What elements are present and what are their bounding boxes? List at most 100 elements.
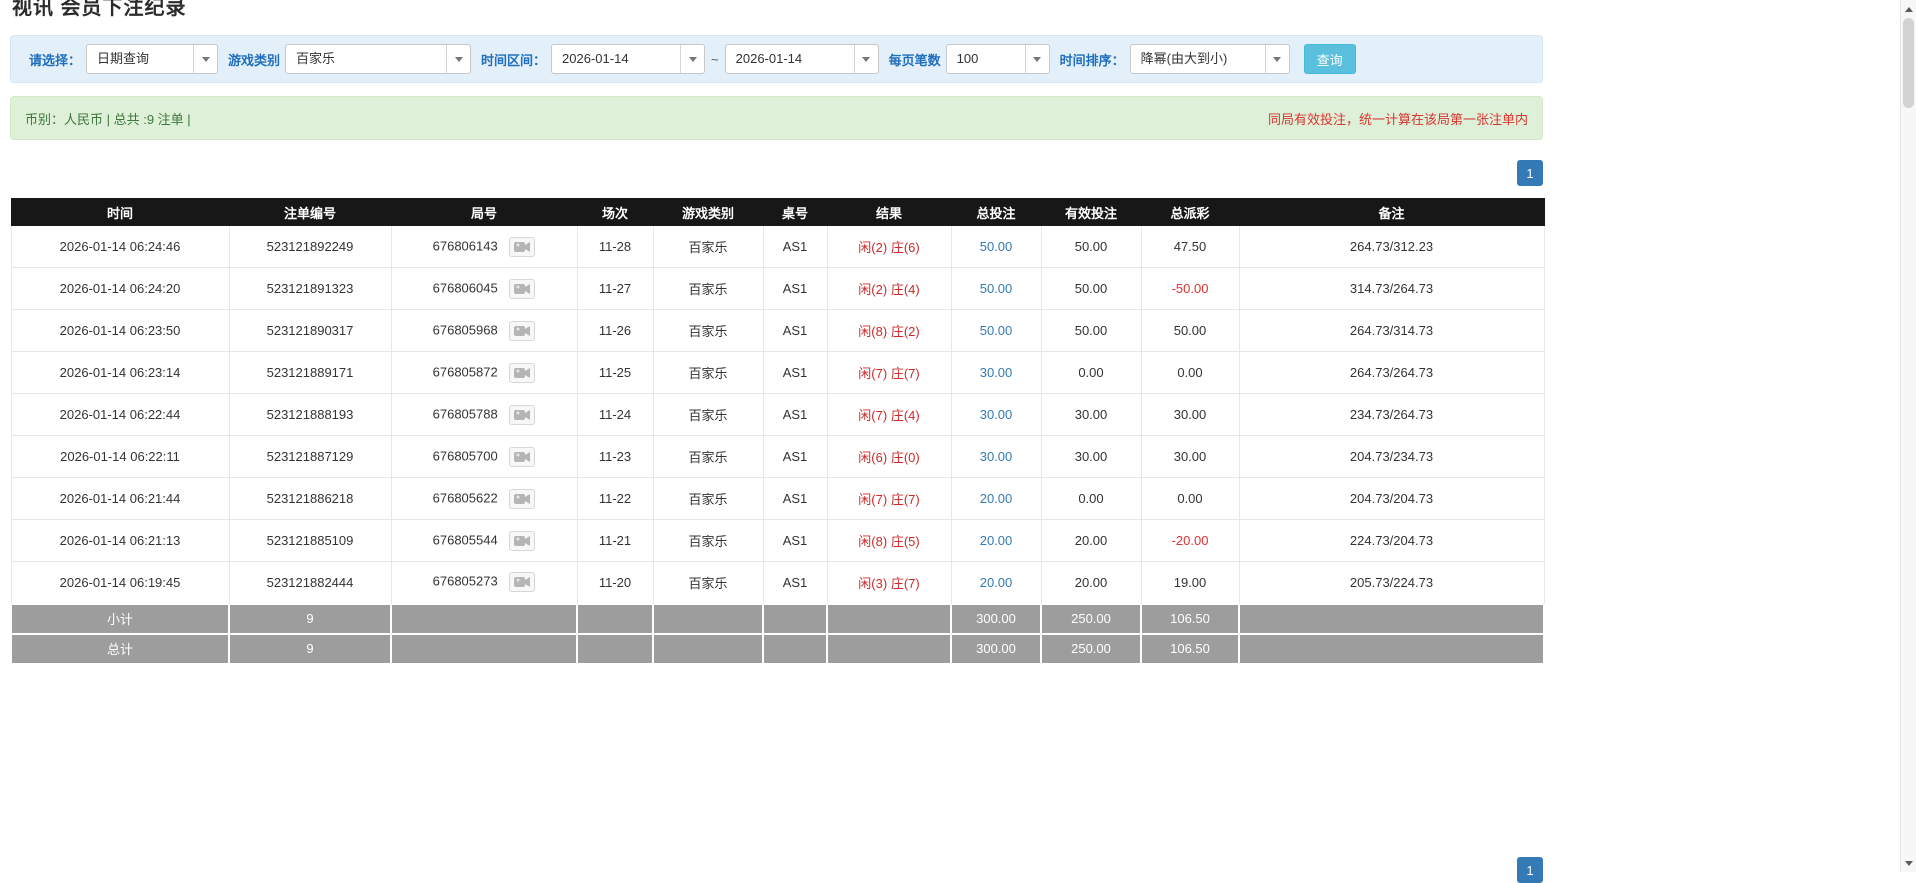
result-cell: 闲(2) 庄(6) bbox=[826, 225, 952, 268]
round-cell: 676805700 bbox=[390, 435, 578, 478]
total-bet-link[interactable]: 50.00 bbox=[950, 267, 1042, 310]
bet-id-cell: 523121887129 bbox=[228, 435, 392, 478]
round-id: 676805788 bbox=[432, 405, 498, 421]
result-cell: 闲(7) 庄(4) bbox=[826, 393, 952, 436]
chevron-down-icon[interactable] bbox=[1264, 45, 1289, 73]
total-bet-link[interactable]: 30.00 bbox=[950, 435, 1042, 478]
table-row: 2026-01-14 06:21:13 523121885109 6768055… bbox=[10, 519, 1545, 562]
scroll-up-icon[interactable] bbox=[1901, 2, 1916, 16]
video-preview-icon[interactable] bbox=[509, 488, 536, 509]
video-preview-icon[interactable] bbox=[509, 362, 536, 383]
round-cell: 676805622 bbox=[390, 477, 578, 520]
table-no-cell: AS1 bbox=[762, 519, 828, 562]
video-preview-icon[interactable] bbox=[509, 236, 536, 257]
chevron-down-icon[interactable] bbox=[193, 45, 218, 73]
empty-cell bbox=[826, 602, 952, 635]
game-type-cell: 百家乐 bbox=[652, 267, 764, 310]
game-type-cell: 百家乐 bbox=[652, 561, 764, 604]
round-id: 676805872 bbox=[432, 363, 498, 379]
game-type-select[interactable]: 百家乐 bbox=[285, 44, 472, 74]
total-valid-bet: 250.00 bbox=[1040, 632, 1142, 665]
total-label: 总计 bbox=[10, 632, 230, 665]
session-cell: 11-23 bbox=[576, 435, 654, 478]
scroll-down-icon[interactable] bbox=[1901, 856, 1916, 870]
scrollbar-thumb[interactable] bbox=[1903, 18, 1914, 108]
video-preview-icon[interactable] bbox=[509, 530, 536, 551]
table-row: 2026-01-14 06:22:11 523121887129 6768057… bbox=[10, 435, 1545, 478]
result-banker: 庄(4) bbox=[890, 282, 920, 297]
empty-cell bbox=[1238, 602, 1545, 635]
table-no-cell: AS1 bbox=[762, 393, 828, 436]
sort-select[interactable]: 降幂(由大到小) bbox=[1129, 44, 1290, 74]
page-button-1-bottom[interactable]: 1 bbox=[1517, 857, 1543, 883]
total-bet-link[interactable]: 20.00 bbox=[950, 477, 1042, 520]
round-cell: 676805788 bbox=[390, 393, 578, 436]
payout-cell: 47.50 bbox=[1140, 225, 1240, 268]
bet-id-cell: 523121885109 bbox=[228, 519, 392, 562]
valid-bet-cell: 50.00 bbox=[1040, 225, 1142, 268]
game-type-cell: 百家乐 bbox=[652, 519, 764, 562]
round-id: 676805622 bbox=[432, 489, 498, 505]
chevron-down-icon[interactable] bbox=[853, 45, 878, 73]
game-type-value: 百家乐 bbox=[296, 51, 336, 66]
result-cell: 闲(8) 庄(2) bbox=[826, 309, 952, 352]
round-cell: 676805544 bbox=[390, 519, 578, 562]
total-bet-link[interactable]: 50.00 bbox=[950, 225, 1042, 268]
title-clip: 视讯 会员下注纪录 bbox=[10, 0, 1543, 20]
search-button[interactable]: 查询 bbox=[1303, 44, 1356, 74]
video-preview-icon[interactable] bbox=[509, 446, 536, 467]
chevron-down-icon[interactable] bbox=[680, 45, 705, 73]
session-cell: 11-20 bbox=[576, 561, 654, 604]
result-player: 闲(7) bbox=[858, 408, 888, 423]
result-banker: 庄(5) bbox=[890, 534, 920, 549]
chevron-down-icon[interactable] bbox=[446, 45, 471, 73]
date-to-select[interactable]: 2026-01-14 bbox=[724, 44, 879, 74]
bet-id-cell: 523121889171 bbox=[228, 351, 392, 394]
time-cell: 2026-01-14 06:23:14 bbox=[10, 351, 230, 394]
game-type-cell: 百家乐 bbox=[652, 477, 764, 520]
column-header: 时间 bbox=[10, 198, 230, 226]
total-bet-link[interactable]: 20.00 bbox=[950, 561, 1042, 604]
game-type-cell: 百家乐 bbox=[652, 351, 764, 394]
video-preview-icon[interactable] bbox=[509, 320, 536, 341]
payout-cell: -50.00 bbox=[1140, 267, 1240, 310]
payout-cell: 0.00 bbox=[1140, 477, 1240, 520]
total-payout: 106.50 bbox=[1140, 632, 1240, 665]
video-preview-icon[interactable] bbox=[509, 278, 536, 299]
total-bet-link[interactable]: 50.00 bbox=[950, 309, 1042, 352]
vertical-scrollbar[interactable] bbox=[1900, 0, 1916, 872]
total-bet-link[interactable]: 20.00 bbox=[950, 519, 1042, 562]
empty-cell bbox=[652, 602, 764, 635]
video-preview-icon[interactable] bbox=[509, 404, 536, 425]
result-banker: 庄(7) bbox=[890, 492, 920, 507]
remark-cell: 205.73/224.73 bbox=[1238, 561, 1545, 604]
filter-bar: 请选择： 日期查询 游戏类别 百家乐 时间区间： 2026-01-14 ~ 20… bbox=[10, 35, 1543, 83]
video-preview-icon[interactable] bbox=[509, 572, 536, 593]
table-row: 2026-01-14 06:21:44 523121886218 6768056… bbox=[10, 477, 1545, 520]
result-player: 闲(7) bbox=[858, 492, 888, 507]
total-bet-link[interactable]: 30.00 bbox=[950, 393, 1042, 436]
table-row: 2026-01-14 06:24:20 523121891323 6768060… bbox=[10, 267, 1545, 310]
date-to-value: 2026-01-14 bbox=[735, 51, 803, 66]
total-bet-link[interactable]: 30.00 bbox=[950, 351, 1042, 394]
round-cell: 676806143 bbox=[390, 225, 578, 268]
valid-bet-cell: 0.00 bbox=[1040, 477, 1142, 520]
page-button-1[interactable]: 1 bbox=[1517, 160, 1543, 186]
table-no-cell: AS1 bbox=[762, 309, 828, 352]
valid-bet-cell: 30.00 bbox=[1040, 393, 1142, 436]
subtotal-total-bet: 300.00 bbox=[950, 602, 1042, 635]
date-from-select[interactable]: 2026-01-14 bbox=[551, 44, 706, 74]
query-type-label: 请选择： bbox=[29, 52, 82, 68]
column-header: 结果 bbox=[826, 198, 952, 226]
result-banker: 庄(0) bbox=[890, 450, 920, 465]
page-size-select[interactable]: 100 bbox=[945, 44, 1050, 74]
session-cell: 11-21 bbox=[576, 519, 654, 562]
table-body: 2026-01-14 06:24:46 523121892249 6768061… bbox=[10, 225, 1545, 604]
game-type-cell: 百家乐 bbox=[652, 393, 764, 436]
chevron-down-icon[interactable] bbox=[1024, 45, 1049, 73]
summary-left-text: 币别：人民币 | 总共 :9 注单 | bbox=[25, 111, 191, 127]
query-type-select[interactable]: 日期查询 bbox=[86, 44, 219, 74]
result-banker: 庄(6) bbox=[890, 240, 920, 255]
round-id: 676805968 bbox=[432, 321, 498, 337]
column-header: 局号 bbox=[390, 198, 578, 226]
